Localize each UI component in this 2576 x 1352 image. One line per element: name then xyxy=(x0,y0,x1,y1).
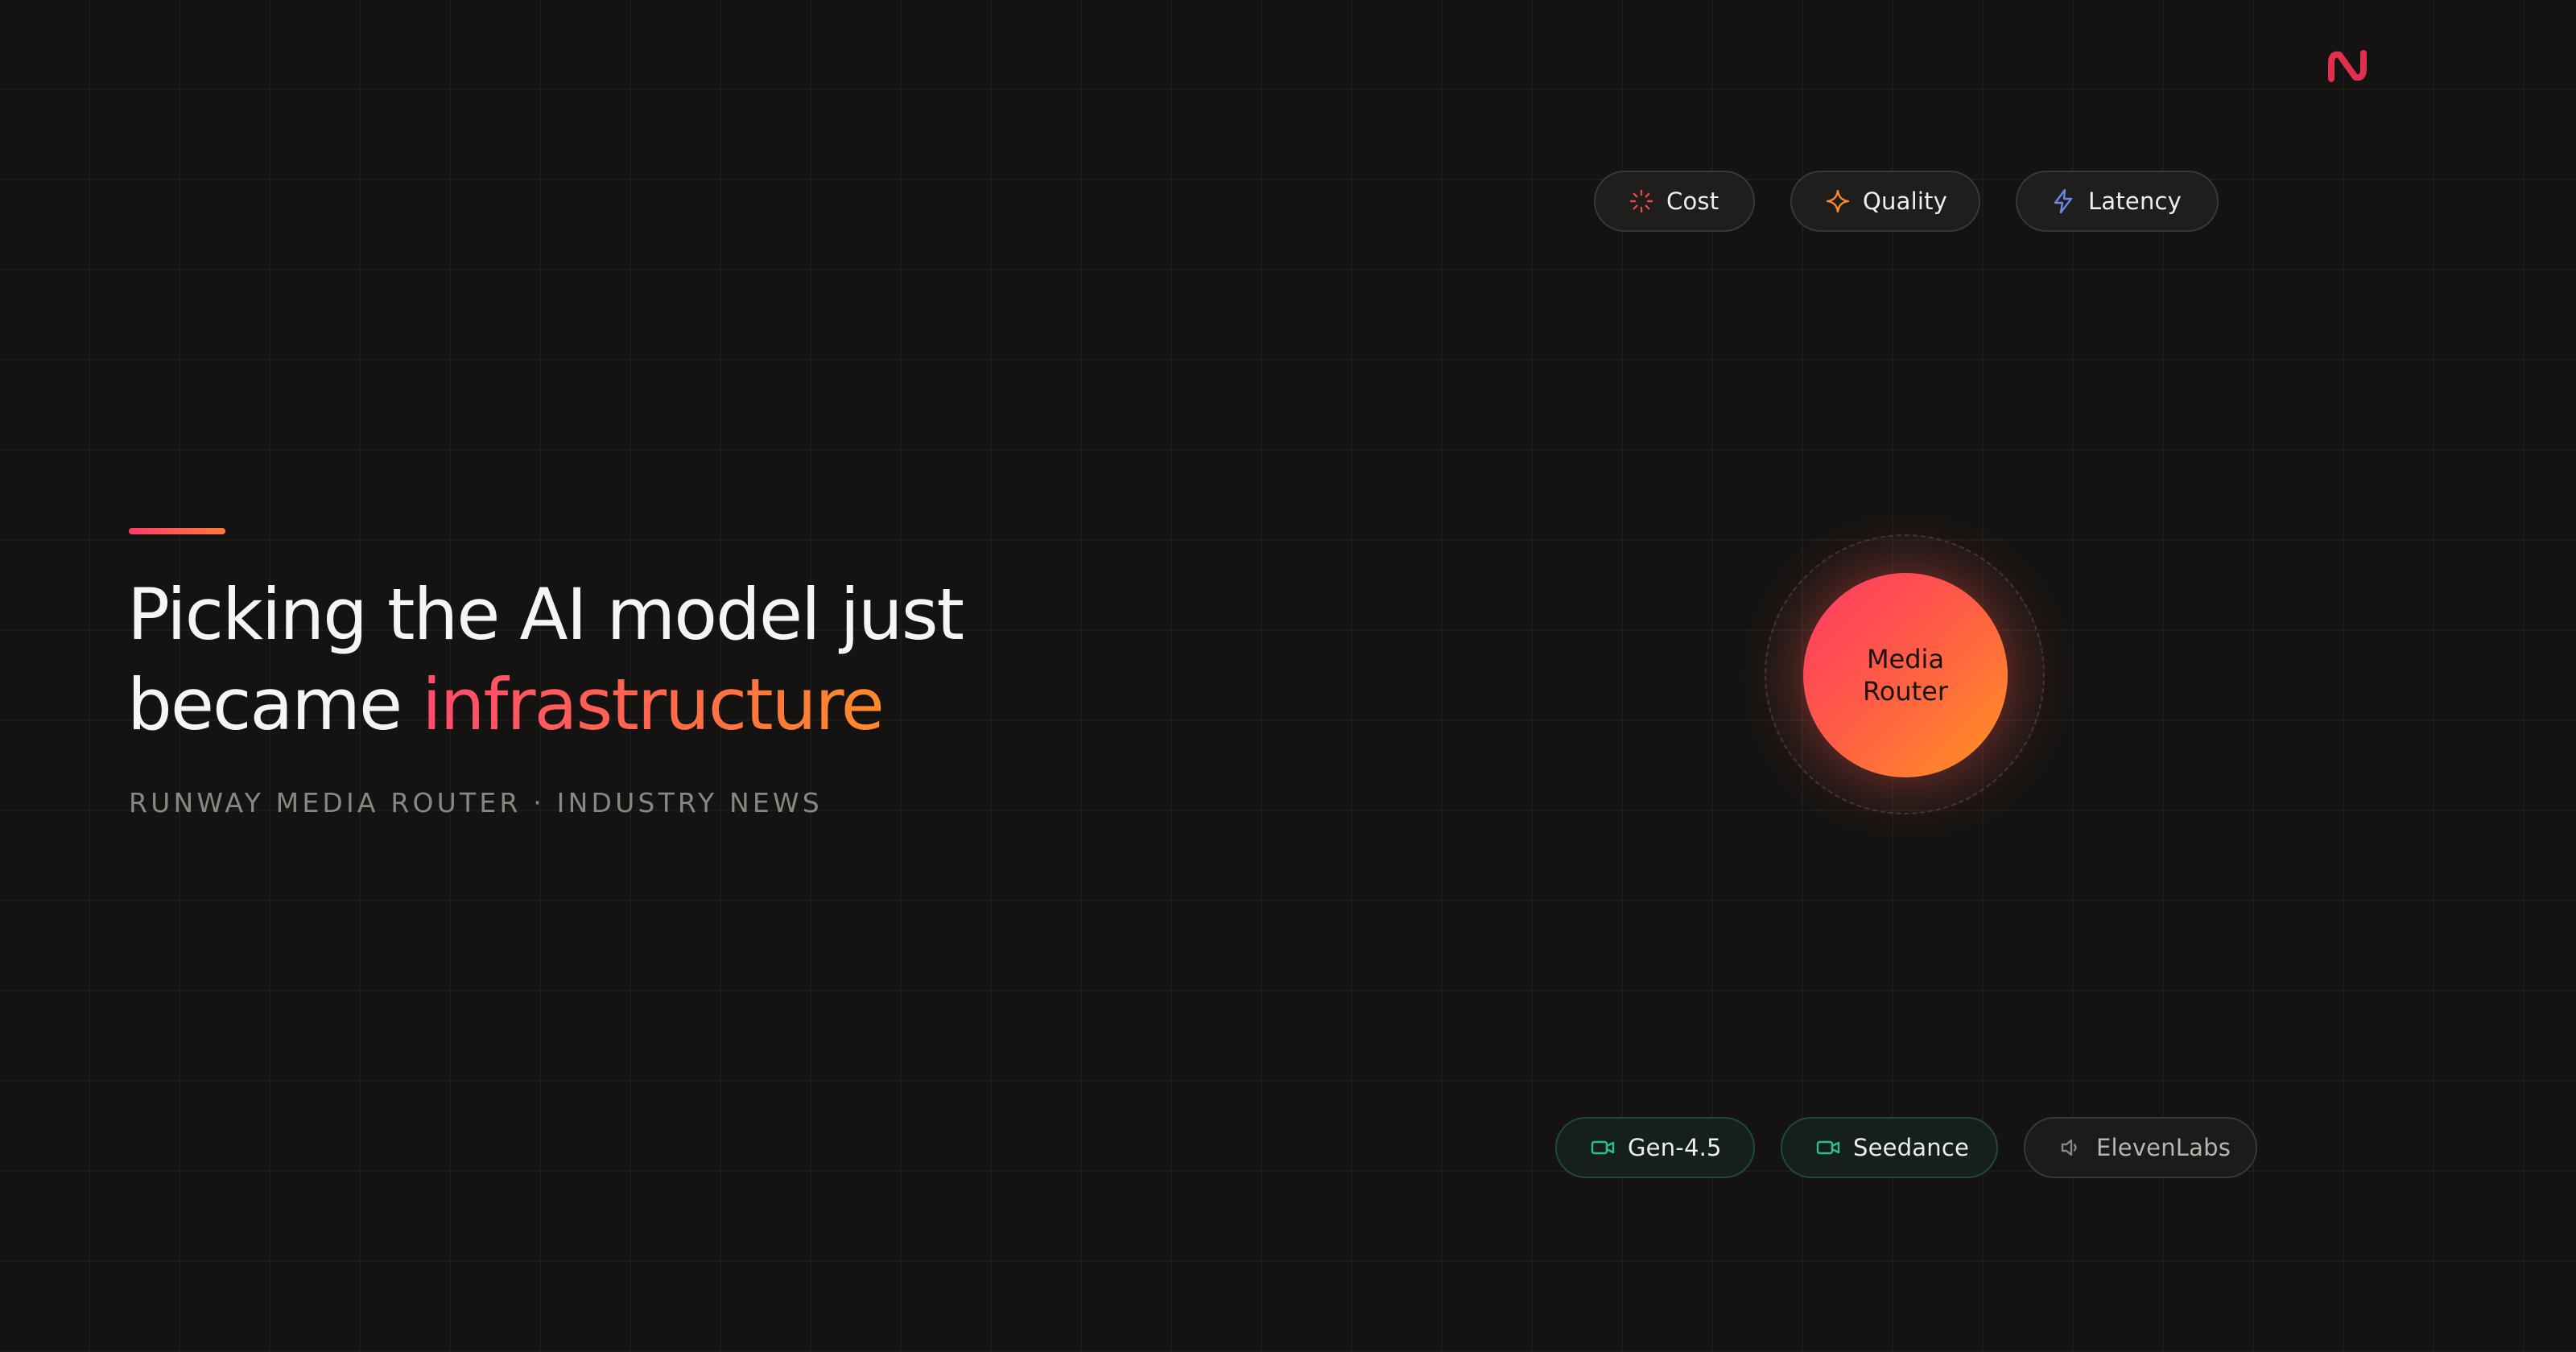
cost-label: Cost xyxy=(1666,188,1719,215)
latency-label: Latency xyxy=(2088,188,2182,215)
headline: Picking the AI model just became infrast… xyxy=(127,570,1174,750)
router-label-line-1: Media xyxy=(1866,644,1945,674)
headline-line-2-prefix: became xyxy=(127,663,423,746)
quality-filter-pill[interactable]: Quality xyxy=(1790,171,1980,232)
model-pill-gen-4-5[interactable]: Gen-4.5 xyxy=(1555,1117,1755,1178)
accent-bar xyxy=(129,528,225,534)
headline-highlight: infrastructure xyxy=(422,663,885,746)
headline-line-1: Picking the AI model just xyxy=(127,573,964,656)
latency-filter-pill[interactable]: Latency xyxy=(2016,171,2219,232)
router-label-line-2: Router xyxy=(1862,676,1949,707)
router-label: Media Router xyxy=(1825,643,1986,707)
model-label: ElevenLabs xyxy=(2096,1134,2231,1161)
quality-label: Quality xyxy=(1863,188,1948,215)
cost-filter-pill[interactable]: Cost xyxy=(1594,171,1755,232)
runway-logo-icon[interactable] xyxy=(2325,45,2370,87)
lightning-bolt-icon xyxy=(2050,188,2077,215)
subline: RUNWAY MEDIA ROUTER · INDUSTRY NEWS xyxy=(129,787,823,818)
speaker-icon xyxy=(2058,1134,2085,1161)
sparkle-icon xyxy=(1824,188,1852,215)
model-label: Seedance xyxy=(1853,1134,1970,1161)
model-label: Gen-4.5 xyxy=(1628,1134,1722,1161)
video-camera-icon xyxy=(1814,1134,1842,1161)
model-pill-elevenlabs[interactable]: ElevenLabs xyxy=(2024,1117,2257,1178)
dashed-spinner-icon xyxy=(1628,188,1655,215)
model-pill-seedance[interactable]: Seedance xyxy=(1781,1117,1998,1178)
video-camera-icon xyxy=(1589,1134,1616,1161)
media-router-node[interactable]: Media Router xyxy=(1803,573,2008,777)
